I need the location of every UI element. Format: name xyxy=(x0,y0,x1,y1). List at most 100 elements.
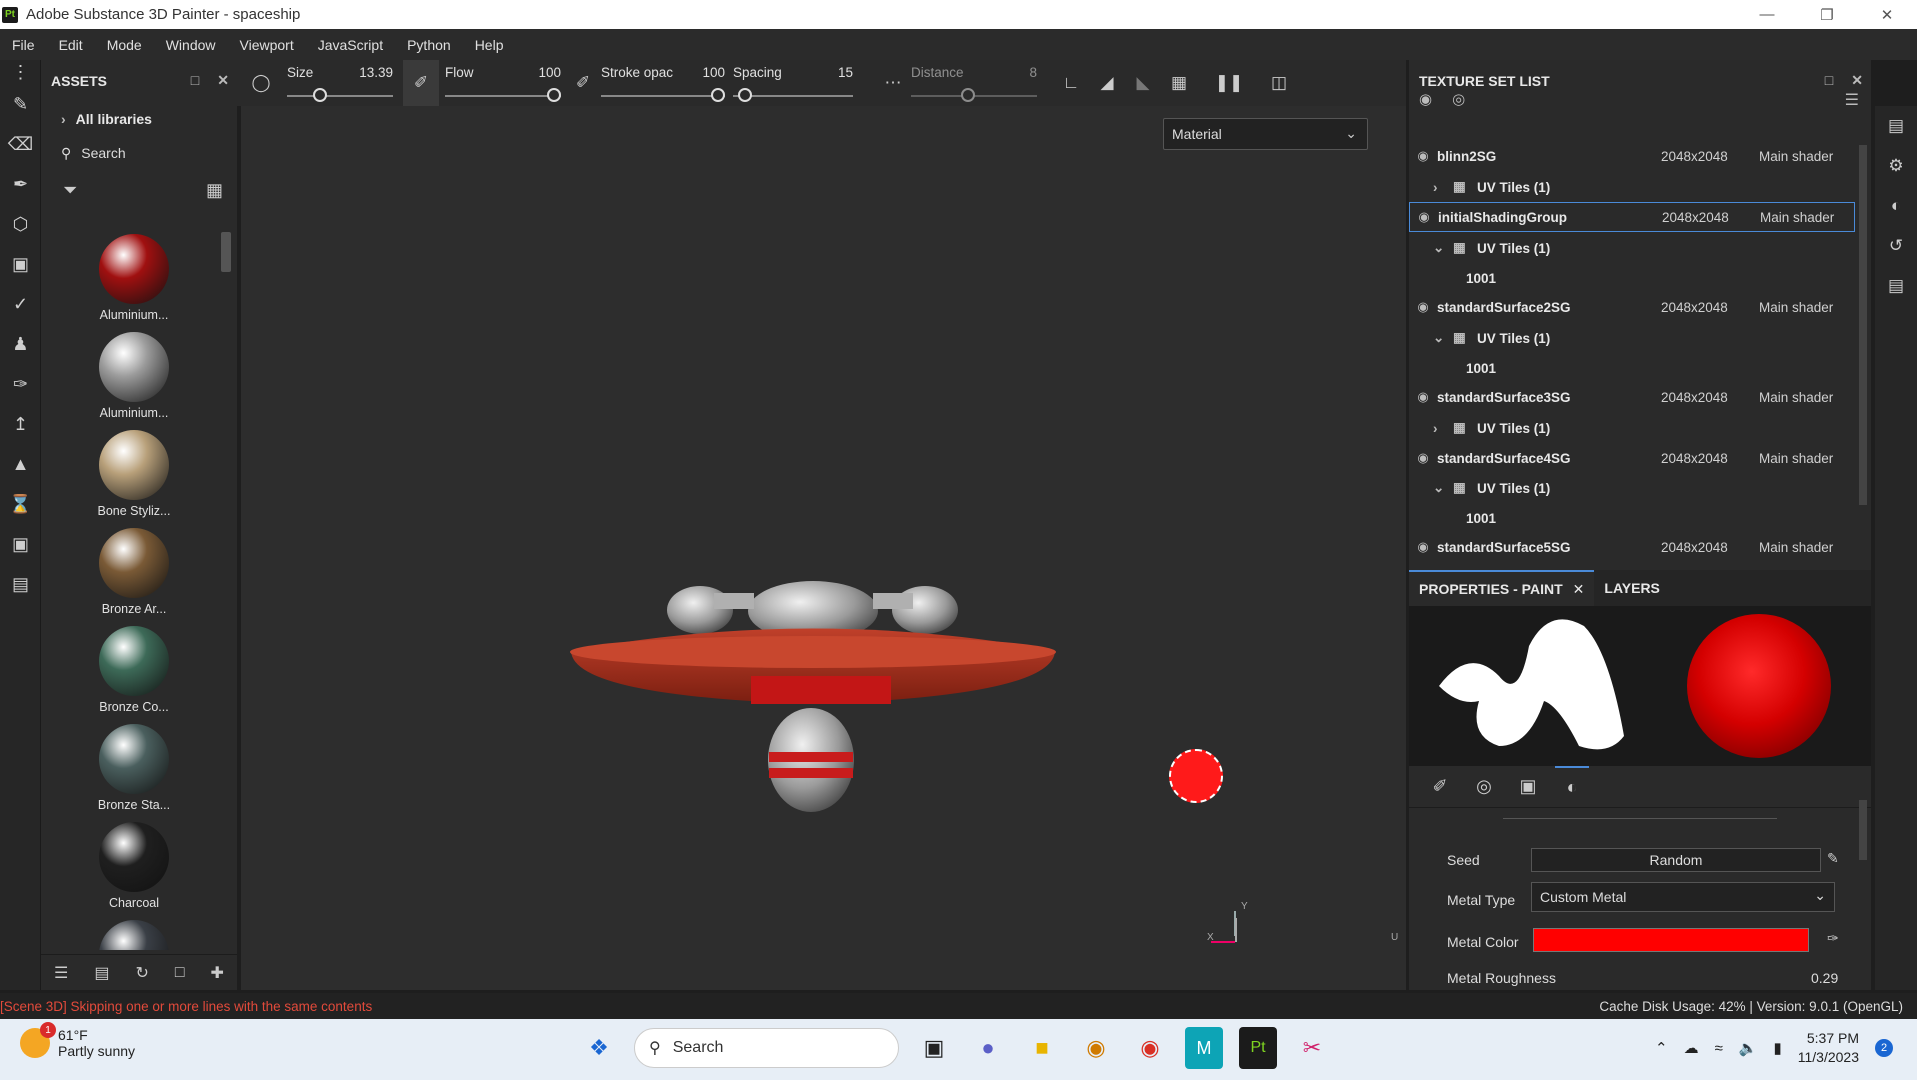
color-picker-icon[interactable]: ✑ xyxy=(0,364,41,404)
tab-properties-paint[interactable]: PROPERTIES - PAINT ✕ xyxy=(1409,570,1595,606)
texture-set-row[interactable]: ◉ blinn2SG 2048x2048 Main shader xyxy=(1409,141,1855,171)
alpha-icon[interactable]: ◎ xyxy=(1467,766,1501,808)
wifi-icon[interactable]: ≈ xyxy=(1715,1040,1723,1057)
weather-widget[interactable]: 1 61°F Partly sunny xyxy=(20,1022,135,1059)
metal-color-swatch[interactable] xyxy=(1533,928,1809,952)
uv-tiles-row[interactable]: ⌄ ▦ UV Tiles (1) xyxy=(1433,473,1550,503)
polygon-fill-icon[interactable]: ▣ xyxy=(0,244,41,284)
visibility-eye-icon[interactable]: ◉ xyxy=(1409,148,1437,164)
tab-layers[interactable]: LAYERS xyxy=(1594,570,1670,606)
material-item[interactable] xyxy=(49,916,219,950)
display-settings-icon[interactable]: ⚙ xyxy=(1875,146,1917,186)
lazy-mouse-icon[interactable]: ⋯ xyxy=(875,60,911,106)
notification-badge[interactable]: 2 xyxy=(1875,1039,1893,1057)
menu-window[interactable]: Window xyxy=(154,37,228,53)
export-settings-icon[interactable]: ▤ xyxy=(94,963,109,983)
snipping-tool-icon[interactable]: ✂ xyxy=(1293,1027,1331,1069)
material-item[interactable]: Bronze Ar... xyxy=(49,524,219,622)
paint-brush-icon[interactable]: ✎ xyxy=(0,84,41,124)
metal-type-dropdown[interactable]: Custom Metal ⌄ xyxy=(1531,882,1835,912)
log-icon[interactable]: ▤ xyxy=(1875,266,1917,306)
substance-painter-icon[interactable]: Pt xyxy=(1239,1027,1277,1069)
clock[interactable]: 5:37 PM 11/3/2023 xyxy=(1798,1029,1859,1067)
material-item[interactable]: Aluminium... xyxy=(49,328,219,426)
show-all-eye-icon[interactable]: ◎ xyxy=(1452,90,1465,108)
pressure-curve-icon[interactable]: ∟ xyxy=(1053,60,1089,106)
battery-icon[interactable]: ▮ xyxy=(1773,1039,1781,1057)
material-item[interactable]: Bronze Co... xyxy=(49,622,219,720)
menu-file[interactable]: File xyxy=(0,37,47,53)
stroke-opacity-knob[interactable] xyxy=(711,88,725,102)
material-item[interactable]: Charcoal xyxy=(49,818,219,916)
folder-icon[interactable]: □ xyxy=(175,964,185,982)
hourglass-icon[interactable]: ⌛ xyxy=(0,484,41,524)
volume-icon[interactable]: 🔈 xyxy=(1739,1039,1758,1057)
history-icon[interactable]: ↺ xyxy=(1875,226,1917,266)
library-selector[interactable]: › All libraries xyxy=(41,102,237,136)
uv-tiles-row[interactable]: › ▦ UV Tiles (1) xyxy=(1433,172,1550,202)
refresh-icon[interactable]: ↻ xyxy=(135,963,148,983)
chevron-down-icon[interactable]: ⌄ xyxy=(1433,240,1453,256)
browser-app-icon[interactable]: ◉ xyxy=(1077,1027,1115,1069)
assets-scrollbar[interactable] xyxy=(221,232,231,272)
stroke-opacity-slider[interactable]: Stroke opac 100 xyxy=(601,60,729,106)
search-input[interactable]: Search xyxy=(81,145,125,161)
add-icon[interactable]: ✚ xyxy=(211,963,224,983)
material-item[interactable]: Bone Styliz... xyxy=(49,426,219,524)
menu-help[interactable]: Help xyxy=(463,37,516,53)
grid-view-icon[interactable]: ▦ xyxy=(206,180,223,201)
chevron-right-icon[interactable]: › xyxy=(1433,180,1453,195)
task-view-icon[interactable]: ▣ xyxy=(915,1027,953,1069)
float-panel-icon[interactable]: □ xyxy=(1825,72,1833,89)
eyedropper-icon[interactable]: ✑ xyxy=(1827,930,1839,947)
uv-tile-item[interactable]: 1001 xyxy=(1466,353,1496,383)
eraser-icon[interactable]: ⌫ xyxy=(0,124,41,164)
menu-viewport[interactable]: Viewport xyxy=(228,37,306,53)
symmetry-icon[interactable]: ◢ xyxy=(1089,60,1125,106)
render-icon[interactable]: ▣ xyxy=(0,524,41,564)
teams-chat-icon[interactable]: ● xyxy=(969,1027,1007,1069)
texture-set-row-selected[interactable]: ◉ initialShadingGroup 2048x2048 Main sha… xyxy=(1409,202,1855,232)
library-icon[interactable]: ▤ xyxy=(0,564,41,604)
onedrive-icon[interactable]: ☁ xyxy=(1684,1039,1699,1057)
flow-slider[interactable]: Flow 100 xyxy=(445,60,565,106)
windows-start-icon[interactable]: ❖ xyxy=(580,1027,618,1069)
close-tab-icon[interactable]: ✕ xyxy=(1573,581,1585,598)
viewport-3d[interactable]: Material ⌄ Y X U xyxy=(241,106,1647,990)
file-explorer-icon[interactable]: ■ xyxy=(1023,1027,1061,1069)
menu-edit[interactable]: Edit xyxy=(47,37,95,53)
bake-icon[interactable]: ▲ xyxy=(0,444,41,484)
taskbar-search[interactable]: ⚲ Search xyxy=(634,1028,899,1068)
texture-set-row[interactable]: ◉ standardSurface2SG 2048x2048 Main shad… xyxy=(1409,292,1855,322)
size-slider[interactable]: Size 13.39 xyxy=(287,60,397,106)
stencil-icon[interactable]: ▣ xyxy=(1511,766,1545,808)
flow-pen-icon[interactable]: ✐ xyxy=(565,60,601,106)
uv-tiles-row[interactable]: ⌄ ▦ UV Tiles (1) xyxy=(1433,233,1550,263)
minimize-button[interactable]: — xyxy=(1737,0,1797,29)
pause-icon[interactable]: ❚❚ xyxy=(1211,60,1247,106)
export-icon[interactable]: ↥ xyxy=(0,404,41,444)
material-item[interactable]: Bronze Sta... xyxy=(49,720,219,818)
flow-knob[interactable] xyxy=(547,88,561,102)
lasso-icon[interactable]: ◯ xyxy=(243,60,279,106)
float-panel-icon[interactable]: □ xyxy=(191,72,199,89)
symmetry-settings-icon[interactable]: ◣ xyxy=(1125,60,1161,106)
menu-python[interactable]: Python xyxy=(395,37,463,53)
texture-set-scrollbar[interactable] xyxy=(1859,145,1867,505)
assets-search[interactable]: ⚲ Search xyxy=(41,136,237,170)
uv-tile-item[interactable]: 1001 xyxy=(1466,263,1496,293)
distance-slider[interactable]: Distance 8 xyxy=(911,60,1041,106)
maya-icon[interactable]: M xyxy=(1185,1027,1223,1069)
close-button[interactable]: ✕ xyxy=(1857,0,1917,29)
chevron-down-icon[interactable]: ⌄ xyxy=(1433,330,1453,346)
texture-set-settings-icon[interactable]: ▤ xyxy=(1875,106,1917,146)
import-settings-icon[interactable]: ☰ xyxy=(54,963,68,983)
hide-all-eye-icon[interactable]: ◉ xyxy=(1419,90,1432,108)
chevron-down-icon[interactable]: ⌄ xyxy=(1433,480,1453,496)
geometry-fill-icon[interactable]: ⬡ xyxy=(0,204,41,244)
material-icon[interactable]: ◐ xyxy=(1555,765,1589,808)
spacing-knob[interactable] xyxy=(738,88,752,102)
uv-tiles-row[interactable]: › ▦ UV Tiles (1) xyxy=(1433,413,1550,443)
filter-icon[interactable]: ⏷ xyxy=(63,180,77,201)
uv-tiles-row[interactable]: ⌄ ▦ UV Tiles (1) xyxy=(1433,323,1550,353)
